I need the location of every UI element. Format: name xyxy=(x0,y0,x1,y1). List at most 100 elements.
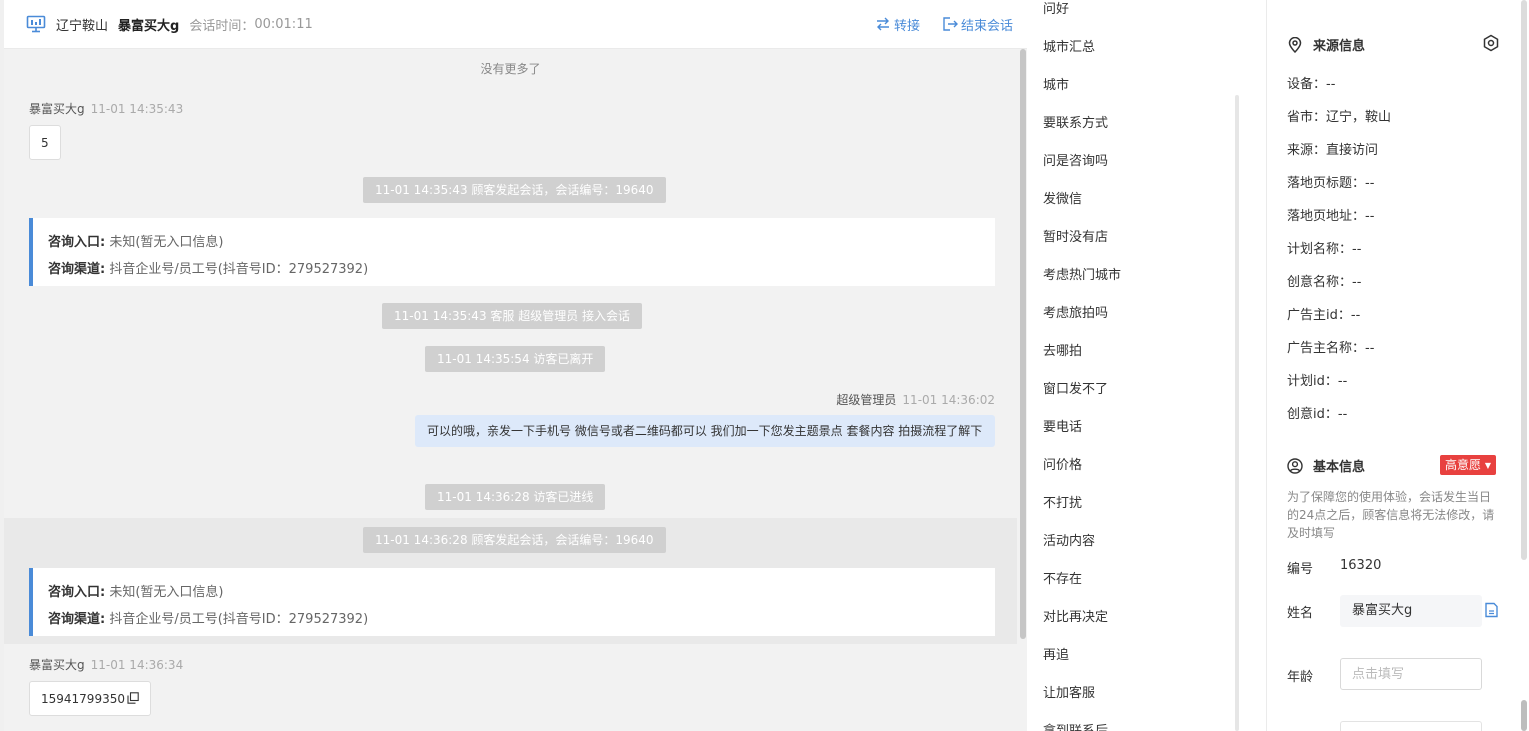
consult-info-card: 咨询入口: 未知(暂无入口信息) 咨询渠道: 抖音企业号/员工号(抖音号ID：2… xyxy=(29,218,995,286)
message-sender: 暴富买大g xyxy=(29,102,85,116)
no-more-messages: 没有更多了 xyxy=(480,62,541,76)
quick-reply-item[interactable]: 活动内容 xyxy=(1043,530,1095,549)
source-field-advertiser-id: 广告主id：-- xyxy=(1287,308,1361,323)
quick-reply-item[interactable]: 对比再决定 xyxy=(1043,606,1108,625)
message-meta: 暴富买大g 11-01 14:36:34 xyxy=(29,656,183,673)
message-time: 11-01 14:35:43 xyxy=(90,102,184,116)
age-input[interactable] xyxy=(1340,658,1482,690)
source-field-source: 来源：直接访问 xyxy=(1287,143,1379,158)
agent-time: 11-01 14:36:02 xyxy=(902,393,995,407)
quick-reply-item[interactable]: 问价格 xyxy=(1043,454,1082,473)
chat-messages[interactable]: 没有更多了 暴富买大g 11-01 14:35:43 5 11-01 14:35:… xyxy=(4,49,1017,731)
message-meta: 暴富买大g 11-01 14:35:43 xyxy=(29,100,183,117)
agent-message[interactable]: 可以的哦，亲发一下手机号 微信号或者二维码都可以 我们加一下您发主题景点 套餐内… xyxy=(415,415,995,447)
quick-reply-item[interactable]: 再追 xyxy=(1043,644,1069,663)
visitor-info-panel: 来源信息 设备：-- 省市：辽宁，鞍山 来源：直接访问 落地页标题：-- 落地页… xyxy=(1267,0,1529,731)
quick-reply-item[interactable]: 窗口发不了 xyxy=(1043,378,1108,397)
customer-message[interactable]: 5 xyxy=(29,125,61,160)
consult-channel-label: 咨询渠道: xyxy=(48,262,106,277)
quick-reply-item[interactable]: 考虑热门城市 xyxy=(1043,264,1121,283)
transfer-label: 转接 xyxy=(893,18,920,34)
age-label: 年龄 xyxy=(1287,670,1314,685)
source-field-creative-id: 创意id：-- xyxy=(1287,407,1348,422)
info-scrollbar[interactable] xyxy=(1521,0,1527,560)
quick-reply-item[interactable]: 城市 xyxy=(1043,74,1069,93)
consult-entry-row: 咨询入口: 未知(暂无入口信息) xyxy=(48,229,995,256)
system-message: 11-01 14:36:28 访客已进线 xyxy=(425,484,606,510)
consult-channel-row: 咨询渠道: 抖音企业号/员工号(抖音号ID：279527392) xyxy=(48,256,995,283)
system-message: 11-01 14:35:54 访客已离开 xyxy=(425,346,606,372)
location-pin-icon xyxy=(1288,36,1302,53)
quick-reply-item[interactable]: 城市汇总 xyxy=(1043,36,1095,55)
quick-reply-item[interactable]: 要联系方式 xyxy=(1043,112,1108,131)
transfer-button[interactable]: 转接 xyxy=(875,15,920,34)
quick-reply-item[interactable]: 暂时没有店 xyxy=(1043,226,1108,245)
id-label: 编号 xyxy=(1287,562,1314,577)
end-session-label: 结束会话 xyxy=(960,18,1013,34)
customer-name: 暴富买大g xyxy=(118,18,180,34)
system-message: 11-01 14:36:28 顾客发起会话，会话编号：19640 xyxy=(363,527,666,553)
info-scrollbar-thumb[interactable] xyxy=(1521,700,1527,731)
source-field-province: 省市：辽宁，鞍山 xyxy=(1287,110,1392,125)
edit-icon[interactable] xyxy=(1484,602,1499,618)
message-sender: 暴富买大g xyxy=(29,658,85,672)
source-field-device: 设备：-- xyxy=(1287,77,1336,92)
chat-header: 辽宁鞍山 暴富买大g 会话时间： 00:01:11 转接 结束会话 xyxy=(4,0,1027,49)
chat-scrollbar[interactable] xyxy=(1020,49,1026,639)
source-info-title: 来源信息 xyxy=(1287,35,1365,54)
monitor-icon xyxy=(26,15,46,33)
phone-number: 15941799350 xyxy=(41,692,125,706)
next-field[interactable] xyxy=(1340,721,1482,731)
source-field-landing-url: 落地页地址：-- xyxy=(1287,209,1375,224)
id-value: 16320 xyxy=(1340,558,1382,573)
customer-message[interactable]: 15941799350 xyxy=(29,681,151,716)
consult-channel-value: 抖音企业号/员工号(抖音号ID：279527392) xyxy=(109,612,369,627)
quick-reply-scrollbar[interactable] xyxy=(1235,95,1239,731)
name-label: 姓名 xyxy=(1287,606,1314,621)
source-field-plan-name: 计划名称：-- xyxy=(1287,242,1362,257)
source-field-advertiser-name: 广告主名称：-- xyxy=(1287,341,1375,356)
copy-icon[interactable] xyxy=(127,692,139,704)
consult-entry-value: 未知(暂无入口信息) xyxy=(109,235,224,250)
quick-reply-item[interactable]: 不存在 xyxy=(1043,568,1082,587)
system-message: 11-01 14:35:43 顾客发起会话，会话编号：19640 xyxy=(363,177,666,203)
quick-reply-item[interactable]: 拿到联系后 xyxy=(1043,720,1108,731)
end-session-button[interactable]: 结束会话 xyxy=(942,15,1013,34)
consult-info-card: 咨询入口: 未知(暂无入口信息) 咨询渠道: 抖音企业号/员工号(抖音号ID：2… xyxy=(29,568,995,636)
session-time-label: 会话时间： xyxy=(189,18,255,34)
transfer-icon xyxy=(876,17,889,31)
quick-reply-item[interactable]: 要电话 xyxy=(1043,416,1082,435)
intent-badge[interactable]: 高意愿 ▼ xyxy=(1440,455,1496,475)
user-circle-icon xyxy=(1287,457,1303,474)
quick-reply-item[interactable]: 问是咨询吗 xyxy=(1043,150,1108,169)
consult-channel-label: 咨询渠道: xyxy=(48,612,106,627)
name-field[interactable]: 暴富买大g xyxy=(1340,595,1482,627)
consult-channel-value: 抖音企业号/员工号(抖音号ID：279527392) xyxy=(109,262,369,277)
quick-reply-item[interactable]: 问好 xyxy=(1043,0,1069,17)
consult-entry-label: 咨询入口: xyxy=(48,235,106,250)
caret-down-icon: ▼ xyxy=(1484,461,1491,470)
settings-icon[interactable] xyxy=(1482,34,1500,52)
basic-info-title: 基本信息 xyxy=(1287,456,1365,475)
message-time: 11-01 14:36:34 xyxy=(90,658,184,672)
quick-reply-item[interactable]: 不打扰 xyxy=(1043,492,1082,511)
quick-reply-panel: 问好 城市汇总 城市 要联系方式 问是咨询吗 发微信 暂时没有店 考虑热门城市 … xyxy=(1027,0,1267,731)
quick-reply-item[interactable]: 去哪拍 xyxy=(1043,340,1082,359)
session-time: 00:01:11 xyxy=(254,16,313,32)
logout-icon xyxy=(943,17,958,31)
chat-panel: 辽宁鞍山 暴富买大g 会话时间： 00:01:11 转接 结束会话 没有更多了 … xyxy=(4,0,1027,731)
consult-entry-value: 未知(暂无入口信息) xyxy=(109,585,224,600)
quick-reply-item[interactable]: 发微信 xyxy=(1043,188,1082,207)
quick-reply-item[interactable]: 考虑旅拍吗 xyxy=(1043,302,1108,321)
quick-reply-item[interactable]: 让加客服 xyxy=(1043,682,1095,701)
consult-entry-row: 咨询入口: 未知(暂无入口信息) xyxy=(48,579,995,606)
source-field-plan-id: 计划id：-- xyxy=(1287,374,1348,389)
customer-location: 辽宁鞍山 xyxy=(56,18,109,34)
source-field-landing-title: 落地页标题：-- xyxy=(1287,176,1375,191)
system-message: 11-01 14:35:43 客服 超级管理员 接入会话 xyxy=(382,303,643,329)
consult-entry-label: 咨询入口: xyxy=(48,585,106,600)
agent-message-meta: 超级管理员 11-01 14:36:02 xyxy=(836,391,995,408)
agent-sender: 超级管理员 xyxy=(836,393,897,407)
edit-notice: 为了保障您的使用体验，会话发生当日的24点之后，顾客信息将无法修改，请及时填写 xyxy=(1287,490,1495,540)
source-field-creative-name: 创意名称：-- xyxy=(1287,275,1362,290)
